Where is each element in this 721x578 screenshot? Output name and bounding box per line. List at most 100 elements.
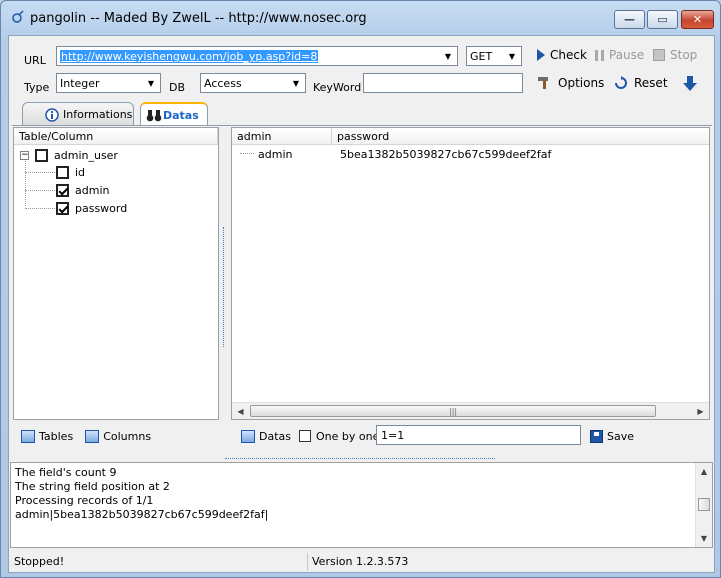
- scroll-left-icon[interactable]: ◀: [233, 404, 248, 418]
- download-arrow-button[interactable]: [683, 76, 697, 91]
- row-indicator: [240, 153, 254, 154]
- app-window: pangolin -- Maded By ZwelL -- http://www…: [0, 0, 721, 578]
- table-column-tree[interactable]: Table/Column − admin_user id admin passw…: [13, 127, 219, 420]
- scroll-thumb[interactable]: |||: [250, 405, 656, 417]
- horizontal-splitter[interactable]: [221, 455, 502, 462]
- tree-toolbar: Tables Columns: [21, 422, 151, 450]
- hammer-icon: [538, 77, 548, 89]
- column-checkbox-id[interactable]: [56, 166, 69, 179]
- data-grid[interactable]: admin password admin 5bea1382b5039827cb6…: [231, 127, 710, 420]
- tree-header[interactable]: Table/Column: [14, 128, 218, 145]
- grid-header-admin[interactable]: admin: [232, 128, 332, 145]
- options-button[interactable]: Options: [537, 76, 604, 90]
- column-checkbox-admin[interactable]: [56, 184, 69, 197]
- vertical-scrollbar[interactable]: ▲ ▼: [695, 463, 712, 547]
- check-button[interactable]: Check: [537, 48, 587, 62]
- cell-password[interactable]: 5bea1382b5039827cb67c599deef2faf: [340, 148, 551, 161]
- type-select[interactable]: Integer ▼: [56, 73, 161, 93]
- column-name: password: [75, 202, 128, 215]
- status-bar: Stopped! Version 1.2.3.573: [10, 552, 713, 572]
- datas-button[interactable]: Datas: [259, 430, 291, 443]
- method-select[interactable]: GET ▼: [466, 46, 522, 66]
- grid-toolbar: Datas One by one: [241, 422, 379, 450]
- column-name: admin: [75, 184, 110, 197]
- condition-input[interactable]: 1=1: [376, 425, 581, 445]
- log-line: The string field position at 2: [15, 480, 170, 493]
- vertical-splitter[interactable]: [221, 127, 229, 452]
- stop-icon: [653, 49, 665, 61]
- column-checkbox-password[interactable]: [56, 202, 69, 215]
- arrow-down-icon: [683, 76, 697, 91]
- tables-icon: [21, 429, 35, 443]
- splitter-grip: [223, 227, 226, 347]
- reset-button[interactable]: Reset: [613, 76, 668, 90]
- check-label: Check: [550, 48, 587, 62]
- db-label: DB: [169, 81, 186, 94]
- url-combobox[interactable]: http://www.keyishengwu.com/job_yp.asp?id…: [56, 46, 458, 66]
- scroll-thumb[interactable]: [698, 498, 710, 511]
- horizontal-scrollbar[interactable]: ◀ ||| ▶: [232, 402, 709, 419]
- pause-icon: [595, 49, 604, 61]
- tab-datas-label: Datas: [163, 108, 199, 122]
- options-label: Options: [558, 76, 605, 90]
- type-chevron-icon: ▼: [147, 78, 155, 88]
- stop-button[interactable]: Stop: [653, 48, 697, 62]
- minimize-button[interactable]: —: [614, 10, 645, 29]
- one-by-one-label: One by one: [316, 429, 380, 443]
- tree-connector: [25, 172, 55, 173]
- url-dropdown-chevron-icon[interactable]: ▼: [440, 48, 456, 64]
- main-panel: URL http://www.keyishengwu.com/job_yp.as…: [8, 35, 715, 573]
- close-icon: ✕: [692, 13, 703, 26]
- scroll-right-icon[interactable]: ▶: [693, 404, 708, 418]
- tab-informations[interactable]: Informations: [22, 102, 134, 126]
- log-line: admin|5bea1382b5039827cb67c599deef2faf|: [15, 508, 269, 521]
- type-label: Type: [24, 81, 50, 94]
- tab-datas[interactable]: Datas: [140, 102, 208, 126]
- tables-button[interactable]: Tables: [39, 430, 73, 443]
- scroll-up-icon[interactable]: ▲: [697, 464, 711, 479]
- cell-admin[interactable]: admin: [258, 148, 292, 161]
- table-checkbox[interactable]: [35, 149, 48, 162]
- window-title: pangolin -- Maded By ZwelL -- http://www…: [30, 11, 367, 26]
- keyword-input[interactable]: [363, 73, 523, 93]
- column-name: id: [75, 166, 86, 179]
- maximize-button[interactable]: ▭: [647, 10, 678, 29]
- save-label: Save: [607, 429, 635, 443]
- datas-icon: [241, 429, 255, 443]
- tree-node-column[interactable]: admin: [56, 184, 109, 197]
- pause-label: Pause: [609, 48, 645, 62]
- tree-node-column[interactable]: password: [56, 202, 127, 215]
- pause-button[interactable]: Pause: [595, 48, 644, 62]
- stop-label: Stop: [670, 48, 698, 62]
- db-select[interactable]: Access ▼: [200, 73, 306, 93]
- db-chevron-icon: ▼: [292, 78, 300, 88]
- table-row[interactable]: admin 5bea1382b5039827cb67c599deef2faf: [232, 146, 709, 164]
- collapse-icon[interactable]: −: [20, 151, 29, 160]
- tree-node-column[interactable]: id: [56, 166, 85, 179]
- minimize-icon: —: [624, 13, 635, 26]
- info-icon: [45, 108, 59, 122]
- db-value: Access: [204, 77, 242, 90]
- tree-node-table[interactable]: − admin_user: [20, 149, 118, 162]
- save-button[interactable]: Save: [590, 422, 634, 450]
- one-by-one-checkbox[interactable]: [299, 430, 311, 442]
- columns-icon: [85, 429, 100, 443]
- scroll-down-icon[interactable]: ▼: [697, 531, 711, 546]
- pangolin-app-icon: [12, 10, 24, 23]
- binoculars-icon: [146, 110, 162, 122]
- table-name: admin_user: [54, 149, 118, 162]
- keyword-label: KeyWord: [313, 81, 362, 94]
- maximize-icon: ▭: [657, 13, 668, 26]
- tab-informations-label: Informations: [63, 108, 133, 121]
- log-output[interactable]: The field's count 9 The string field pos…: [10, 462, 713, 548]
- close-button[interactable]: ✕: [681, 10, 714, 29]
- log-line: The field's count 9: [15, 466, 117, 479]
- title-bar[interactable]: pangolin -- Maded By ZwelL -- http://www…: [1, 1, 720, 35]
- status-state: Stopped!: [10, 553, 308, 571]
- columns-button[interactable]: Columns: [103, 430, 151, 443]
- splitter-grip: [225, 458, 495, 459]
- tab-divider: [12, 125, 712, 126]
- grid-header-password[interactable]: password: [332, 128, 709, 145]
- log-line: Processing records of 1/1: [15, 494, 154, 507]
- tree-connector: [25, 208, 55, 209]
